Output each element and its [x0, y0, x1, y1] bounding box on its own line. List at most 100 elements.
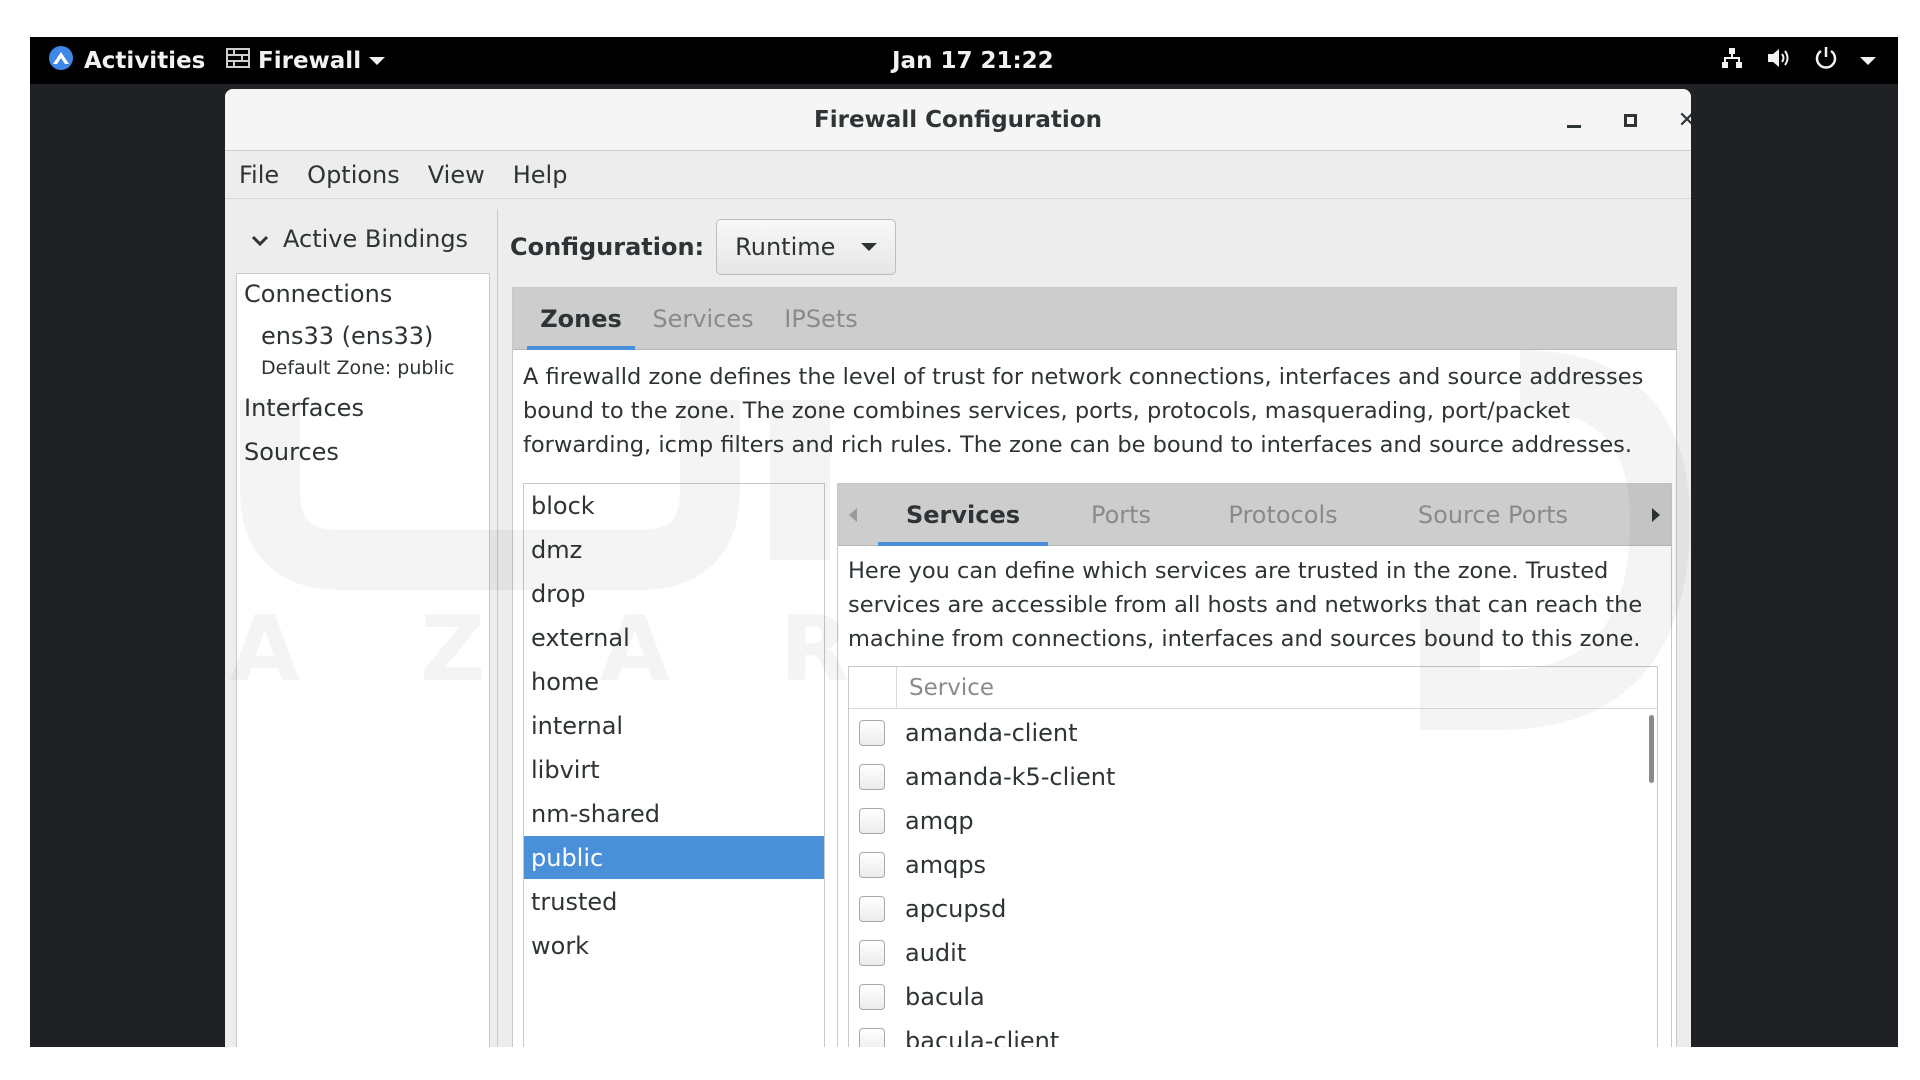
active-bindings-label: Active Bindings — [283, 225, 469, 253]
service-row: amqps — [849, 843, 1629, 887]
service-row: bacula-client — [849, 1019, 1629, 1047]
configuration-dropdown[interactable]: Runtime — [716, 219, 897, 275]
configuration-label: Configuration: — [510, 233, 705, 261]
tab-zone-protocols[interactable]: Protocols — [1198, 484, 1368, 546]
close-button[interactable]: ✕ — [1670, 103, 1691, 137]
clock[interactable]: Jan 17 21:22 — [892, 37, 1054, 84]
volume-icon — [1766, 46, 1792, 76]
activities-logo-icon — [48, 45, 74, 77]
service-column-header[interactable]: Service — [909, 667, 994, 709]
service-checkbox[interactable] — [859, 984, 885, 1010]
services-description: Here you can define which services are t… — [848, 558, 1643, 652]
service-name: amanda-client — [905, 719, 1078, 747]
service-row: amanda-client — [849, 711, 1629, 755]
activities-label: Activities — [84, 47, 206, 74]
service-checkbox[interactable] — [859, 1028, 885, 1047]
service-row: apcupsd — [849, 887, 1629, 931]
interfaces-heading[interactable]: Interfaces — [244, 394, 364, 422]
service-row: audit — [849, 931, 1629, 975]
app-menu-label: Firewall — [258, 47, 362, 74]
zone-item-block[interactable]: block — [524, 484, 824, 527]
connection-default-zone: Default Zone: public — [261, 357, 455, 379]
service-checkbox[interactable] — [859, 896, 885, 922]
service-checkbox[interactable] — [859, 808, 885, 834]
service-row: amanda-k5-client — [849, 755, 1629, 799]
zone-item-public[interactable]: public — [524, 836, 824, 879]
zone-item-trusted[interactable]: trusted — [524, 880, 824, 923]
zone-tab-bar: Services Ports Protocols Source Ports — [838, 484, 1671, 546]
connection-item[interactable]: ens33 (ens33) — [261, 322, 433, 350]
menu-file[interactable]: File — [239, 161, 279, 189]
tab-services[interactable]: Services — [645, 288, 761, 350]
configuration-value: Runtime — [735, 233, 836, 261]
chevron-left-icon — [849, 508, 857, 522]
service-name: amqps — [905, 851, 987, 879]
zone-item-work[interactable]: work — [524, 924, 824, 967]
top-bar: Activities Firewall Jan 17 21:22 — [30, 37, 1898, 84]
main-tab-bar: Zones Services IPSets — [513, 288, 1676, 350]
network-icon — [1720, 46, 1744, 76]
header-check-column[interactable] — [849, 667, 897, 709]
service-row: amqp — [849, 799, 1629, 843]
maximize-icon — [1623, 113, 1637, 127]
menu-view[interactable]: View — [428, 161, 485, 189]
zone-item-dmz[interactable]: dmz — [524, 528, 824, 571]
menu-options[interactable]: Options — [307, 161, 400, 189]
window-titlebar[interactable]: Firewall Configuration ✕ — [225, 89, 1691, 151]
chevron-down-icon — [251, 225, 269, 253]
zone-item-external[interactable]: external — [524, 616, 824, 659]
desktop: Activities Firewall Jan 17 21:22 Firewal… — [30, 37, 1898, 1047]
maximize-button[interactable] — [1613, 103, 1647, 137]
minimize-button[interactable] — [1557, 103, 1591, 137]
tab-zones[interactable]: Zones — [527, 288, 635, 350]
services-table-header: Service — [849, 667, 1657, 709]
service-name: amanda-k5-client — [905, 763, 1116, 791]
zone-item-home[interactable]: home — [524, 660, 824, 703]
close-icon: ✕ — [1677, 107, 1691, 133]
activities-button[interactable]: Activities — [48, 37, 205, 84]
service-name: audit — [905, 939, 967, 967]
main-notebook: Zones Services IPSets A firewalld zone d… — [512, 287, 1677, 1047]
tab-scroll-left-button[interactable] — [838, 484, 868, 546]
zones-list: block dmz drop external home internal li… — [523, 483, 825, 1047]
minimize-icon — [1567, 124, 1581, 128]
zone-item-libvirt[interactable]: libvirt — [524, 748, 824, 791]
app-menu-chevron-icon — [369, 56, 386, 65]
connections-heading[interactable]: Connections — [244, 280, 392, 308]
zone-item-nm-shared[interactable]: nm-shared — [524, 792, 824, 835]
chevron-down-icon — [861, 243, 878, 251]
service-name: bacula-client — [905, 1027, 1060, 1047]
firewall-app-icon — [226, 47, 250, 75]
pane-divider[interactable] — [497, 209, 498, 1047]
bindings-panel: Connections ens33 (ens33) Default Zone: … — [236, 273, 490, 1047]
services-scrollbar[interactable] — [1649, 715, 1654, 783]
tab-zone-ports[interactable]: Ports — [1056, 484, 1186, 546]
zone-settings-notebook: Services Ports Protocols Source Ports He… — [837, 483, 1672, 1047]
service-checkbox[interactable] — [859, 764, 885, 790]
zone-item-drop[interactable]: drop — [524, 572, 824, 615]
tab-ipsets[interactable]: IPSets — [771, 288, 871, 350]
system-tray[interactable] — [1720, 37, 1876, 84]
tab-scroll-right-button[interactable] — [1641, 484, 1671, 546]
active-bindings-toggle[interactable]: Active Bindings — [251, 219, 468, 259]
service-checkbox[interactable] — [859, 940, 885, 966]
app-menu[interactable]: Firewall — [226, 37, 386, 84]
chevron-right-icon — [1652, 508, 1660, 522]
firewall-window: Firewall Configuration ✕ File Options Vi… — [225, 89, 1691, 1047]
chevron-down-icon — [1860, 56, 1876, 65]
power-icon — [1814, 46, 1838, 76]
tab-zone-services[interactable]: Services — [878, 484, 1048, 546]
menu-help[interactable]: Help — [513, 161, 568, 189]
service-name: amqp — [905, 807, 974, 835]
service-checkbox[interactable] — [859, 720, 885, 746]
configuration-row: Configuration: Runtime — [510, 219, 897, 275]
tab-zone-source-ports[interactable]: Source Ports — [1378, 484, 1608, 546]
sources-heading[interactable]: Sources — [244, 438, 339, 466]
service-name: bacula — [905, 983, 985, 1011]
zone-description: A firewalld zone defines the level of tr… — [523, 364, 1644, 458]
zone-item-internal[interactable]: internal — [524, 704, 824, 747]
services-table: Service amanda-client amanda-k5-client a… — [848, 666, 1658, 1047]
service-row: bacula — [849, 975, 1629, 1019]
service-name: apcupsd — [905, 895, 1007, 923]
service-checkbox[interactable] — [859, 852, 885, 878]
